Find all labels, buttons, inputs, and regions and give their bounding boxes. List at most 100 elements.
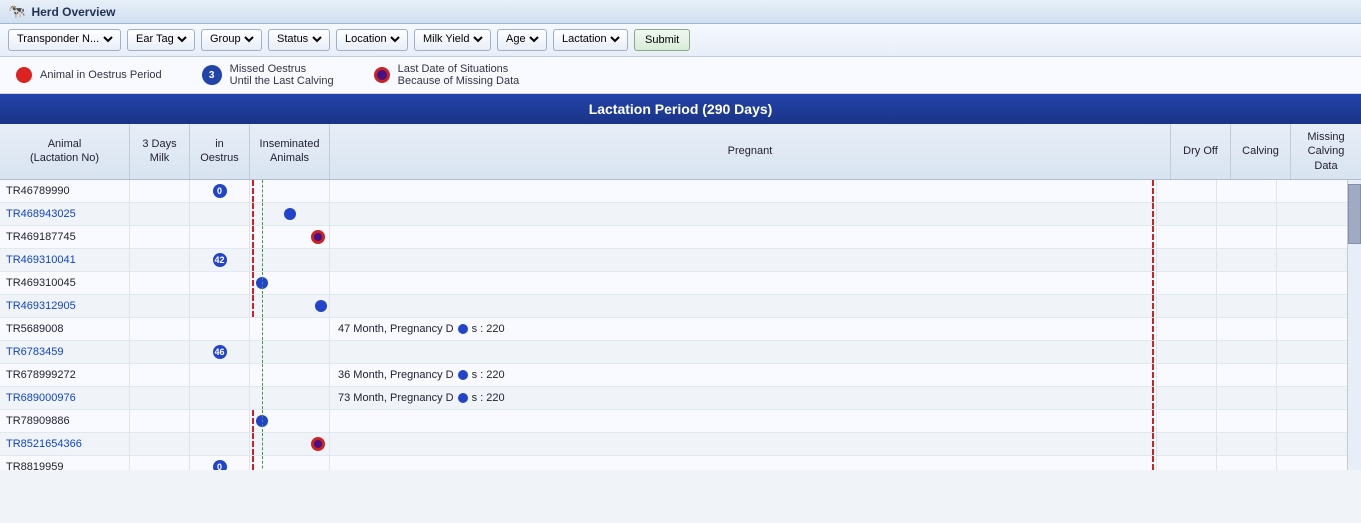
cell-in-oestrus bbox=[190, 295, 250, 317]
legend-missed: 3 Missed OestrusUntil the Last Calving bbox=[202, 63, 334, 87]
table-row: TR469312905 bbox=[0, 295, 1347, 318]
col-header-missing: MissingCalving Data bbox=[1291, 124, 1361, 179]
cell-3days bbox=[130, 410, 190, 432]
cell-missing bbox=[1277, 433, 1347, 455]
cell-pregnant: 47 Month, Pregnancy Ds : 220 bbox=[330, 318, 1157, 340]
lactation-filter[interactable]: Lactation bbox=[553, 29, 628, 51]
cell-dryoff bbox=[1157, 410, 1217, 432]
cell-pregnant: 36 Month, Pregnancy Ds : 220 bbox=[330, 364, 1157, 386]
cell-inseminated bbox=[250, 272, 330, 294]
cell-pregnant bbox=[330, 249, 1157, 271]
transponder-select[interactable]: Transponder N... bbox=[13, 32, 116, 46]
table-row: TR5689008 47 Month, Pregnancy Ds : 220 bbox=[0, 318, 1347, 341]
pregnant-text-10: 73 Month, Pregnancy Ds : 220 bbox=[330, 392, 513, 404]
age-filter[interactable]: Age bbox=[497, 29, 547, 51]
cell-inseminated bbox=[250, 295, 330, 317]
red-circle-icon bbox=[16, 67, 32, 83]
vline-red-2 bbox=[252, 203, 254, 225]
cell-dryoff bbox=[1157, 203, 1217, 225]
milkyield-select[interactable]: Milk Yield bbox=[419, 32, 486, 46]
cell-3days bbox=[130, 249, 190, 271]
location-select[interactable]: Location bbox=[341, 32, 403, 46]
submit-button[interactable]: Submit bbox=[634, 29, 690, 51]
cell-inseminated bbox=[250, 226, 330, 248]
cell-3days bbox=[130, 433, 190, 455]
legend-last-date-label: Last Date of SituationsBecause of Missin… bbox=[398, 63, 520, 87]
vline-red-4 bbox=[252, 249, 254, 271]
eartag-select[interactable]: Ear Tag bbox=[132, 32, 190, 46]
vline-red-1 bbox=[252, 180, 254, 202]
cell-inseminated bbox=[250, 364, 330, 386]
cell-animal[interactable]: TR6783459 bbox=[0, 341, 130, 363]
pregnant-text-9: 36 Month, Pregnancy Ds : 220 bbox=[330, 369, 513, 381]
location-filter[interactable]: Location bbox=[336, 29, 408, 51]
table-row: TR46789990 0 bbox=[0, 180, 1347, 203]
vline-red-pregnant bbox=[1152, 180, 1154, 202]
cell-animal: TR8819959 bbox=[0, 456, 130, 470]
cell-3days bbox=[130, 203, 190, 225]
cell-animal: TR78909886 bbox=[0, 410, 130, 432]
vline-green-8 bbox=[262, 341, 263, 363]
transponder-filter[interactable]: Transponder N... bbox=[8, 29, 121, 51]
vline-red-pregnant6 bbox=[1152, 295, 1154, 317]
cell-dryoff bbox=[1157, 295, 1217, 317]
status-select[interactable]: Status bbox=[273, 32, 325, 46]
inseminated-dot-5 bbox=[256, 277, 268, 289]
cell-calving bbox=[1217, 226, 1277, 248]
table-row: TR8819959 0 bbox=[0, 456, 1347, 470]
oestrus-badge: 0 bbox=[213, 184, 227, 198]
cell-calving bbox=[1217, 341, 1277, 363]
vline-red-pregnant11 bbox=[1152, 410, 1154, 432]
cell-animal[interactable]: TR469310041 bbox=[0, 249, 130, 271]
age-select[interactable]: Age bbox=[502, 32, 542, 46]
dot-red-border-3 bbox=[311, 230, 325, 244]
cell-pregnant bbox=[330, 433, 1157, 455]
cell-calving bbox=[1217, 295, 1277, 317]
cell-animal[interactable]: TR689000976 bbox=[0, 387, 130, 409]
lactation-select[interactable]: Lactation bbox=[558, 32, 623, 46]
cell-animal[interactable]: TR468943025 bbox=[0, 203, 130, 225]
vline-red-12 bbox=[252, 433, 254, 455]
cell-calving bbox=[1217, 456, 1277, 470]
vline-green-3 bbox=[262, 226, 263, 248]
group-filter[interactable]: Group bbox=[201, 29, 262, 51]
vline-green-12 bbox=[262, 433, 263, 455]
group-select[interactable]: Group bbox=[206, 32, 257, 46]
cell-dryoff bbox=[1157, 456, 1217, 470]
pregnant-text-7: 47 Month, Pregnancy Ds : 220 bbox=[330, 323, 513, 335]
scrollbar-thumb[interactable] bbox=[1348, 184, 1361, 244]
milkyield-filter[interactable]: Milk Yield bbox=[414, 29, 491, 51]
cell-inseminated bbox=[250, 387, 330, 409]
table-row: TR678999272 36 Month, Pregnancy Ds : 220 bbox=[0, 364, 1347, 387]
cell-pregnant bbox=[330, 295, 1157, 317]
cell-3days bbox=[130, 318, 190, 340]
vline-green-6 bbox=[262, 295, 263, 317]
scrollbar[interactable] bbox=[1347, 180, 1361, 470]
cell-animal[interactable]: TR8521654366 bbox=[0, 433, 130, 455]
vline-green-1 bbox=[262, 180, 263, 202]
inseminated-dot-6 bbox=[315, 300, 327, 312]
cell-inseminated bbox=[250, 249, 330, 271]
status-filter[interactable]: Status bbox=[268, 29, 330, 51]
table-row: TR689000976 73 Month, Pregnancy Ds : 220 bbox=[0, 387, 1347, 410]
cell-dryoff bbox=[1157, 433, 1217, 455]
cell-calving bbox=[1217, 318, 1277, 340]
oestrus-badge-42: 42 bbox=[213, 253, 227, 267]
vline-red-pregnant5 bbox=[1152, 272, 1154, 294]
cell-calving bbox=[1217, 180, 1277, 202]
eartag-filter[interactable]: Ear Tag bbox=[127, 29, 195, 51]
legend-oestrus: Animal in Oestrus Period bbox=[16, 67, 162, 83]
col-header-pregnant: Pregnant bbox=[330, 124, 1171, 179]
cell-calving bbox=[1217, 410, 1277, 432]
cell-pregnant bbox=[330, 272, 1157, 294]
cell-inseminated bbox=[250, 318, 330, 340]
cell-inseminated bbox=[250, 180, 330, 202]
cell-animal[interactable]: TR469312905 bbox=[0, 295, 130, 317]
cell-missing bbox=[1277, 318, 1347, 340]
vline-red-pregnant13 bbox=[1152, 456, 1154, 470]
section-header: Lactation Period (290 Days) bbox=[0, 94, 1361, 124]
col-header-dryoff: Dry Off bbox=[1171, 124, 1231, 179]
cell-3days bbox=[130, 180, 190, 202]
cell-dryoff bbox=[1157, 387, 1217, 409]
cell-in-oestrus: 42 bbox=[190, 249, 250, 271]
